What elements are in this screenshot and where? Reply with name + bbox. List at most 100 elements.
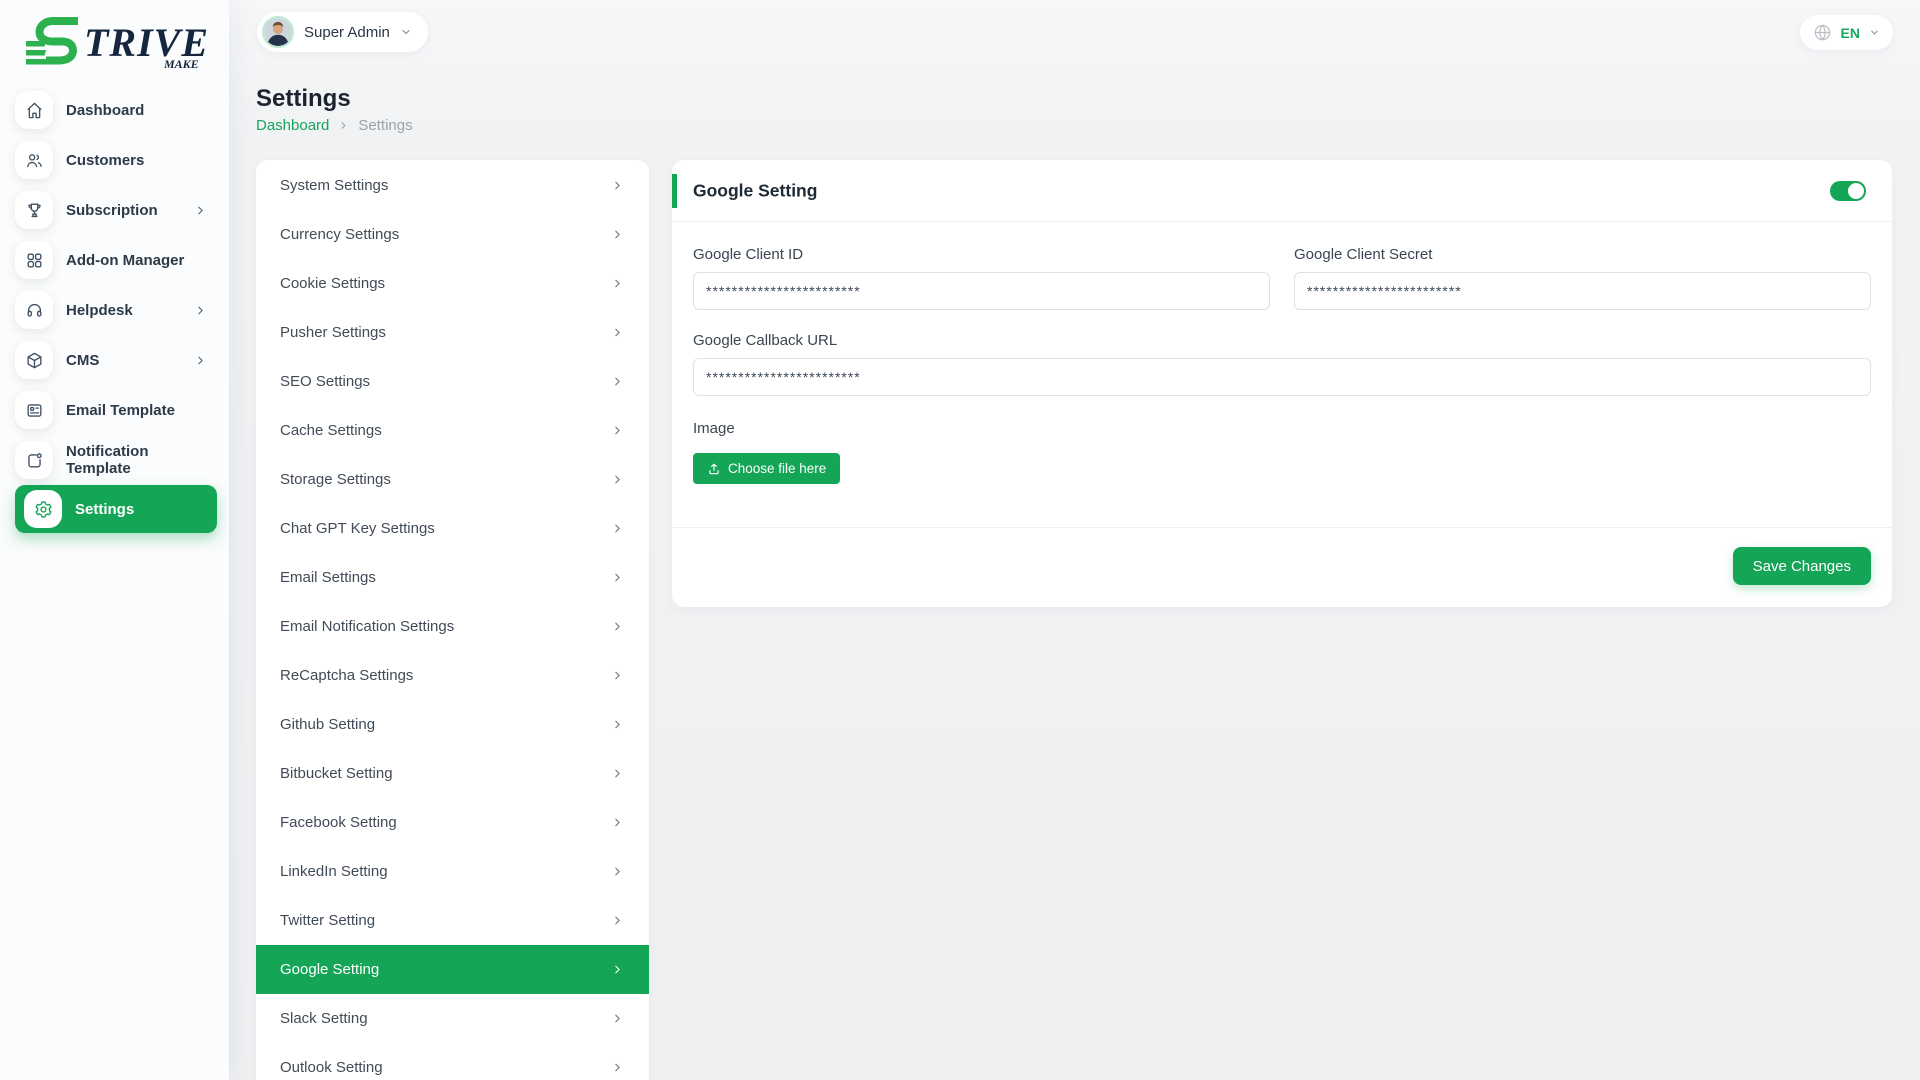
chevron-right-icon: [338, 120, 349, 131]
settings-nav-item-email-notification-settings[interactable]: Email Notification Settings: [256, 602, 649, 651]
panel-footer: Save Changes: [672, 527, 1892, 607]
sidebar-item-label: Settings: [75, 501, 203, 518]
settings-nav-item-storage-settings[interactable]: Storage Settings: [256, 455, 649, 504]
sidebar-item-notification-template[interactable]: Notification Template: [0, 435, 229, 485]
settings-nav-item-currency-settings[interactable]: Currency Settings: [256, 210, 649, 259]
settings-nav-item-email-settings[interactable]: Email Settings: [256, 553, 649, 602]
settings-nav-item-chat-gpt-key-settings[interactable]: Chat GPT Key Settings: [256, 504, 649, 553]
google-client-id-input[interactable]: [693, 272, 1270, 310]
sidebar-item-cms[interactable]: CMS: [0, 335, 229, 385]
choose-file-label: Choose file here: [728, 461, 826, 476]
chevron-right-icon: [611, 914, 624, 927]
chevron-right-icon: [611, 1012, 624, 1025]
sidebar-item-dashboard[interactable]: Dashboard: [0, 85, 229, 135]
chevron-right-icon: [194, 204, 207, 217]
settings-nav-item-linkedin-setting[interactable]: LinkedIn Setting: [256, 847, 649, 896]
settings-nav-item-pusher-settings[interactable]: Pusher Settings: [256, 308, 649, 357]
sidebar-item-label: Notification Template: [66, 443, 207, 477]
sidebar-item-helpdesk[interactable]: Helpdesk: [0, 285, 229, 335]
chevron-right-icon: [611, 277, 624, 290]
sidebar-nav: Dashboard Customers Subscription: [0, 85, 229, 533]
sidebar-item-label: Dashboard: [66, 102, 207, 119]
toggle-knob: [1848, 183, 1864, 199]
chevron-right-icon: [611, 375, 624, 388]
sidebar-item-label: Email Template: [66, 402, 207, 419]
svg-text:MAKE: MAKE: [163, 57, 199, 70]
breadcrumb-current: Settings: [358, 117, 412, 134]
sidebar-item-label: Customers: [66, 152, 207, 169]
settings-nav-item-cache-settings[interactable]: Cache Settings: [256, 406, 649, 455]
sidebar-item-addon-manager[interactable]: Add-on Manager: [0, 235, 229, 285]
sidebar: TRIVE MAKE Dashboard Customers: [0, 0, 229, 1080]
settings-nav-item-twitter-setting[interactable]: Twitter Setting: [256, 896, 649, 945]
chevron-down-icon: [1869, 27, 1880, 38]
chevron-right-icon: [611, 620, 624, 633]
google-client-secret-input[interactable]: [1294, 272, 1871, 310]
sidebar-item-email-template[interactable]: Email Template: [0, 385, 229, 435]
settings-nav-item-google-setting[interactable]: Google Setting: [256, 945, 649, 994]
screen: TRIVE MAKE Dashboard Customers: [0, 0, 1920, 1080]
home-icon: [15, 91, 53, 129]
settings-nav-item-outlook-setting[interactable]: Outlook Setting: [256, 1043, 649, 1080]
language-code: EN: [1841, 25, 1860, 41]
chevron-right-icon: [611, 963, 624, 976]
chevron-right-icon: [611, 424, 624, 437]
chevron-right-icon: [611, 571, 624, 584]
sidebar-item-settings[interactable]: Settings: [15, 485, 217, 533]
settings-nav-card: System Settings Currency Settings Cookie…: [256, 160, 649, 1080]
sidebar-item-customers[interactable]: Customers: [0, 135, 229, 185]
chevron-right-icon: [611, 473, 624, 486]
panel-accent-bar: [672, 174, 677, 208]
settings-nav-item-facebook-setting[interactable]: Facebook Setting: [256, 798, 649, 847]
panel-header: Google Setting: [672, 160, 1892, 222]
avatar: [262, 16, 294, 48]
chevron-right-icon: [194, 354, 207, 367]
settings-nav-item-cookie-settings[interactable]: Cookie Settings: [256, 259, 649, 308]
sidebar-item-label: Helpdesk: [66, 302, 181, 319]
settings-nav-item-recaptcha-settings[interactable]: ReCaptcha Settings: [256, 651, 649, 700]
page-title: Settings: [256, 85, 351, 113]
google-setting-panel: Google Setting Google Client ID Google C…: [672, 160, 1892, 607]
chevron-right-icon: [194, 304, 207, 317]
chevron-right-icon: [611, 669, 624, 682]
google-callback-url-input[interactable]: [693, 358, 1871, 396]
chevron-down-icon: [400, 26, 412, 38]
panel-title: Google Setting: [693, 180, 817, 201]
users-icon: [15, 141, 53, 179]
user-menu[interactable]: Super Admin: [257, 12, 428, 52]
chevron-right-icon: [611, 179, 624, 192]
chevron-right-icon: [611, 718, 624, 731]
chevron-right-icon: [611, 816, 624, 829]
settings-nav-item-bitbucket-setting[interactable]: Bitbucket Setting: [256, 749, 649, 798]
settings-nav-item-github-setting[interactable]: Github Setting: [256, 700, 649, 749]
sidebar-item-subscription[interactable]: Subscription: [0, 185, 229, 235]
choose-file-button[interactable]: Choose file here: [693, 453, 840, 484]
language-selector[interactable]: EN: [1800, 15, 1893, 50]
google-callback-url-label: Google Callback URL: [693, 332, 1871, 349]
settings-nav-item-slack-setting[interactable]: Slack Setting: [256, 994, 649, 1043]
grid-icon: [15, 241, 53, 279]
google-setting-toggle[interactable]: [1830, 181, 1866, 201]
sidebar-item-label: CMS: [66, 352, 181, 369]
trophy-icon: [15, 191, 53, 229]
user-name: Super Admin: [304, 24, 390, 41]
panel-body: Google Client ID Google Client Secret Go…: [672, 222, 1892, 484]
chevron-right-icon: [611, 326, 624, 339]
image-label: Image: [693, 420, 1871, 437]
sidebar-item-label: Add-on Manager: [66, 252, 207, 269]
sidebar-item-label: Subscription: [66, 202, 181, 219]
chevron-right-icon: [611, 767, 624, 780]
chevron-right-icon: [611, 865, 624, 878]
google-client-secret-label: Google Client Secret: [1294, 246, 1871, 263]
breadcrumb-dashboard-link[interactable]: Dashboard: [256, 117, 329, 134]
template-list-icon: [15, 391, 53, 429]
globe-icon: [1813, 23, 1832, 42]
settings-nav-item-seo-settings[interactable]: SEO Settings: [256, 357, 649, 406]
notification-icon: [15, 441, 53, 479]
chevron-right-icon: [611, 522, 624, 535]
save-changes-button[interactable]: Save Changes: [1733, 547, 1871, 585]
breadcrumb: Dashboard Settings: [256, 117, 413, 134]
gear-icon: [24, 490, 62, 528]
brand-logo: TRIVE MAKE: [26, 12, 211, 70]
settings-nav-item-system-settings[interactable]: System Settings: [256, 161, 649, 210]
